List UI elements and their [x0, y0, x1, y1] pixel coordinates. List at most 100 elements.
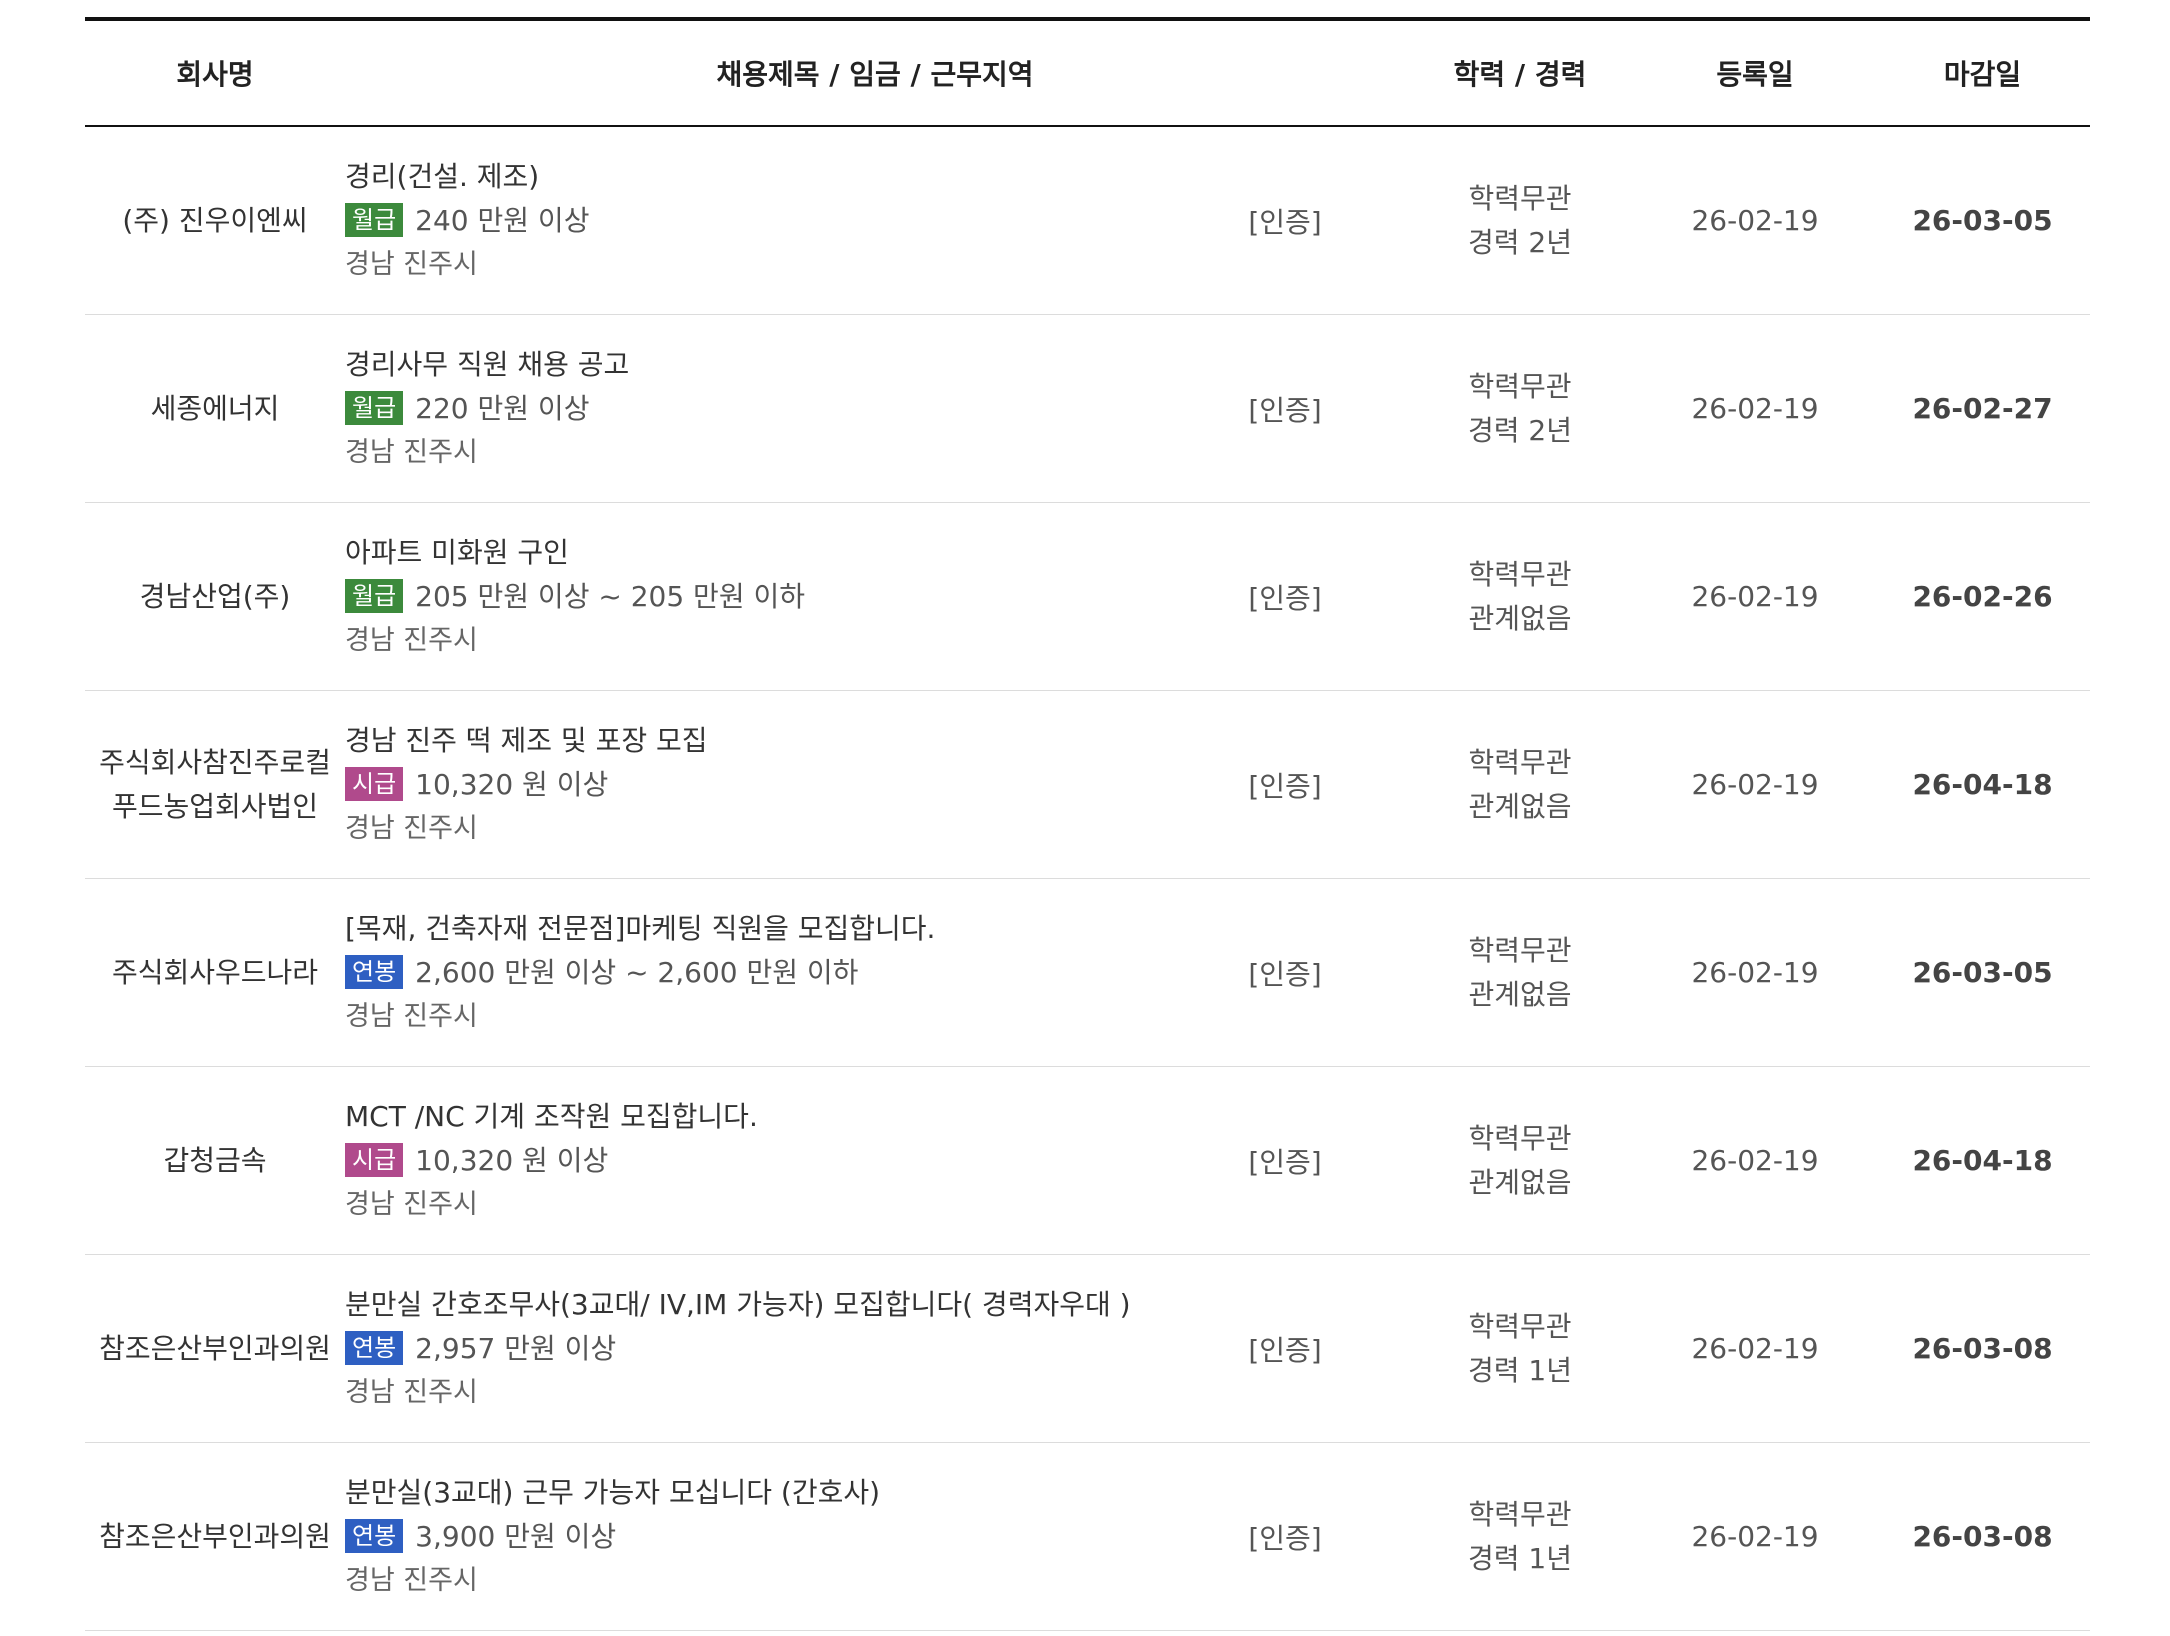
- company-cell: 참조은산부인과의원: [85, 1254, 345, 1443]
- career-requirement: 관계없음: [1468, 789, 1572, 823]
- company-name-link[interactable]: 참조은산부인과의원: [85, 1515, 345, 1559]
- work-region: 경남 진주시: [345, 624, 478, 656]
- job-title-link[interactable]: 분만실 간호조무사(3교대/ IV,IM 가능자) 모집합니다( 경력자우대 ): [345, 1283, 1165, 1327]
- job-title-link[interactable]: [목재, 건축자재 전문점]마케팅 직원을 모집합니다.: [345, 907, 1165, 951]
- company-name-line: 경남산업(주): [139, 579, 291, 613]
- registered-date: 26-02-19: [1635, 878, 1876, 1067]
- company-name-link[interactable]: 세종에너지: [85, 387, 345, 431]
- job-info-cell: 경리(건설. 제조) 월급 240 만원 이상 경남 진주시: [345, 126, 1165, 315]
- education-career-cell: 학력무관 관계없음: [1405, 1066, 1636, 1255]
- salary-amount: 205 만원 이상 ~ 205 만원 이하: [415, 579, 806, 613]
- registered-date: 26-02-19: [1635, 1442, 1876, 1631]
- pay-type-badge: 연봉: [345, 954, 404, 989]
- deadline-date: 26-03-05: [1875, 126, 2091, 315]
- pay-type-badge: 연봉: [345, 1518, 404, 1553]
- company-name-link[interactable]: 주식회사우드나라: [85, 951, 345, 995]
- salary-amount: 2,957 만원 이상: [415, 1331, 617, 1365]
- work-region: 경남 진주시: [345, 1000, 478, 1032]
- salary-amount: 3,900 만원 이상: [415, 1519, 617, 1553]
- certified-label: [인증]: [1165, 878, 1406, 1067]
- career-requirement: 경력 2년: [1468, 413, 1573, 447]
- career-requirement: 관계없음: [1468, 601, 1572, 635]
- header-registered: 등록일: [1635, 17, 1876, 127]
- company-name-link[interactable]: 경남산업(주): [85, 575, 345, 619]
- company-cell: 참조은산부인과의원: [85, 1442, 345, 1631]
- certified-label: [인증]: [1165, 690, 1406, 879]
- job-title-link[interactable]: MCT /NC 기계 조작원 모집합니다.: [345, 1095, 1165, 1139]
- registered-date: 26-02-19: [1635, 1066, 1876, 1255]
- career-requirement: 경력 1년: [1468, 1541, 1573, 1575]
- company-name-link[interactable]: 주식회사참진주로컬 푸드농업회사법인: [85, 741, 345, 829]
- header-company: 회사명: [85, 17, 345, 127]
- job-info-cell: 분만실 간호조무사(3교대/ IV,IM 가능자) 모집합니다( 경력자우대 )…: [345, 1254, 1165, 1443]
- salary-amount: 10,320 원 이상: [415, 1143, 609, 1177]
- job-row-2: 세종에너지 경리사무 직원 채용 공고 월급 220 만원 이상 경남 진주시 […: [85, 314, 2091, 503]
- education-requirement: 학력무관: [1468, 933, 1572, 967]
- certified-label: [인증]: [1165, 1254, 1406, 1443]
- registered-date: 26-02-19: [1635, 126, 1876, 315]
- job-row-5: 주식회사우드나라 [목재, 건축자재 전문점]마케팅 직원을 모집합니다. 연봉…: [85, 878, 2091, 1067]
- salary-line: 월급 220 만원 이상: [345, 387, 1165, 431]
- job-info-cell: MCT /NC 기계 조작원 모집합니다. 시급 10,320 원 이상 경남 진…: [345, 1066, 1165, 1255]
- company-name-line: 세종에너지: [150, 391, 280, 425]
- career-requirement: 경력 1년: [1468, 1353, 1573, 1387]
- salary-amount: 2,600 만원 이상 ~ 2,600 만원 이하: [415, 955, 859, 989]
- registered-date: 26-02-19: [1635, 1254, 1876, 1443]
- deadline-date: 26-04-18: [1875, 1066, 2091, 1255]
- header-info: 채용제목 / 임금 / 근무지역: [345, 17, 1406, 127]
- education-career-cell: 학력무관 경력 1년: [1405, 1254, 1636, 1443]
- company-cell: 주식회사우드나라: [85, 878, 345, 1067]
- work-region: 경남 진주시: [345, 1564, 478, 1596]
- job-row-4: 주식회사참진주로컬 푸드농업회사법인 경남 진주 떡 제조 및 포장 모집 시급 1…: [85, 690, 2091, 879]
- certified-label: [인증]: [1165, 1066, 1406, 1255]
- salary-line: 시급 10,320 원 이상: [345, 1139, 1165, 1183]
- job-info-cell: [목재, 건축자재 전문점]마케팅 직원을 모집합니다. 연봉 2,600 만원 …: [345, 878, 1165, 1067]
- job-info-cell: 경남 진주 떡 제조 및 포장 모집 시급 10,320 원 이상 경남 진주시: [345, 690, 1165, 879]
- education-requirement: 학력무관: [1468, 557, 1572, 591]
- company-name-line: 주식회사우드나라: [111, 955, 319, 989]
- education-career-cell: 학력무관 경력 2년: [1405, 126, 1636, 315]
- company-name-link[interactable]: 갑청금속: [85, 1139, 345, 1183]
- career-requirement: 관계없음: [1468, 977, 1572, 1011]
- pay-type-badge: 시급: [345, 1142, 404, 1177]
- pay-type-badge: 월급: [345, 202, 404, 237]
- header-education: 학력 / 경력: [1405, 17, 1636, 127]
- salary-line: 시급 10,320 원 이상: [345, 763, 1165, 807]
- company-name-link[interactable]: 참조은산부인과의원: [85, 1327, 345, 1371]
- company-name-line: (주) 진우이엔씨: [122, 203, 308, 237]
- pay-type-badge: 시급: [345, 766, 404, 801]
- registered-date: 26-02-19: [1635, 502, 1876, 691]
- job-title-link[interactable]: 경리사무 직원 채용 공고: [345, 343, 1165, 387]
- deadline-date: 26-03-08: [1875, 1442, 2091, 1631]
- company-name-link[interactable]: (주) 진우이엔씨: [85, 199, 345, 243]
- salary-line: 월급 240 만원 이상: [345, 199, 1165, 243]
- work-region: 경남 진주시: [345, 1376, 478, 1408]
- job-title-link[interactable]: 경리(건설. 제조): [345, 155, 1165, 199]
- job-list-container: 회사명 채용제목 / 임금 / 근무지역 학력 / 경력 등록일 마감일 (주)…: [85, 17, 2091, 1631]
- pay-type-badge: 월급: [345, 578, 404, 613]
- work-region: 경남 진주시: [345, 812, 478, 844]
- company-name-line: 참조은산부인과의원: [99, 1331, 331, 1365]
- career-requirement: 관계없음: [1468, 1165, 1572, 1199]
- salary-amount: 220 만원 이상: [415, 391, 590, 425]
- job-title-link[interactable]: 경남 진주 떡 제조 및 포장 모집: [345, 719, 1165, 763]
- pay-type-badge: 연봉: [345, 1330, 404, 1365]
- education-career-cell: 학력무관 관계없음: [1405, 502, 1636, 691]
- job-title-link[interactable]: 분만실(3교대) 근무 가능자 모십니다 (간호사): [345, 1471, 1165, 1515]
- work-region: 경남 진주시: [345, 436, 478, 468]
- company-cell: 경남산업(주): [85, 502, 345, 691]
- company-cell: (주) 진우이엔씨: [85, 126, 345, 315]
- job-row-6: 갑청금속 MCT /NC 기계 조작원 모집합니다. 시급 10,320 원 이상…: [85, 1066, 2091, 1255]
- education-career-cell: 학력무관 관계없음: [1405, 878, 1636, 1067]
- work-region: 경남 진주시: [345, 248, 478, 280]
- deadline-date: 26-02-27: [1875, 314, 2091, 503]
- table-header: 회사명 채용제목 / 임금 / 근무지역 학력 / 경력 등록일 마감일: [85, 17, 2091, 127]
- company-cell: 세종에너지: [85, 314, 345, 503]
- education-requirement: 학력무관: [1468, 1497, 1572, 1531]
- education-requirement: 학력무관: [1468, 181, 1572, 215]
- certified-label: [인증]: [1165, 314, 1406, 503]
- company-name-line: 주식회사참진주로컬: [99, 745, 331, 779]
- education-requirement: 학력무관: [1468, 745, 1572, 779]
- education-career-cell: 학력무관 관계없음: [1405, 690, 1636, 879]
- job-title-link[interactable]: 아파트 미화원 구인: [345, 531, 1165, 575]
